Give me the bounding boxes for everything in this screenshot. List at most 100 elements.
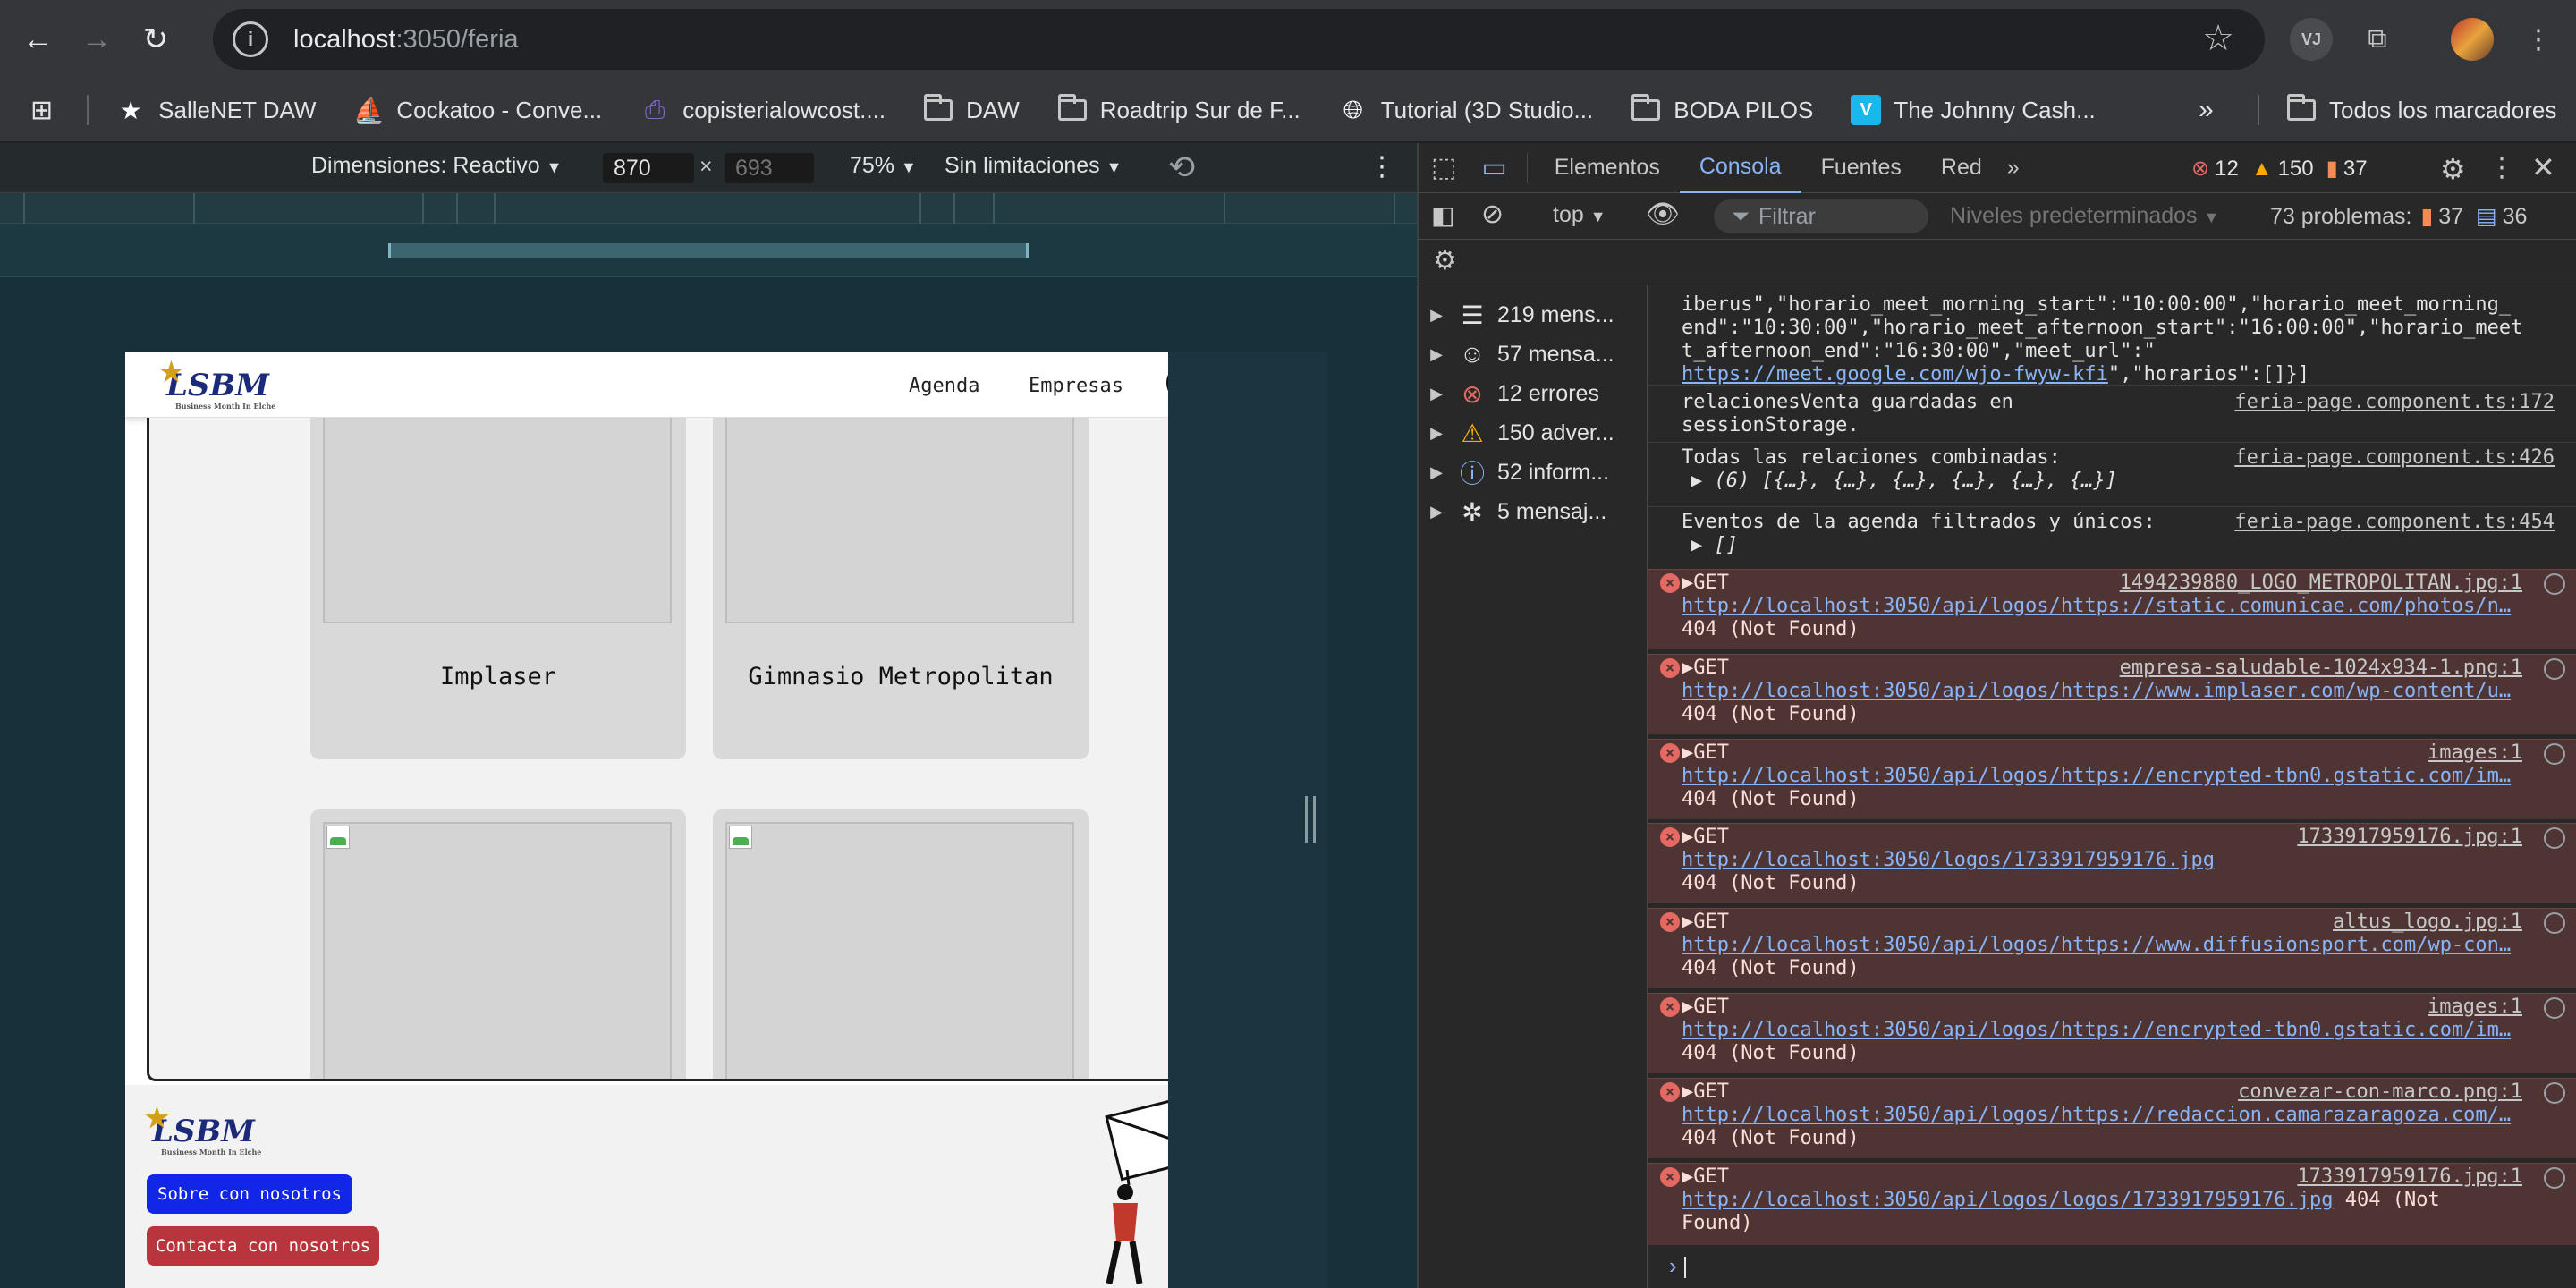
all-bookmarks[interactable]: Todos los marcadores — [2286, 94, 2556, 125]
tab-fuentes[interactable]: Fuentes — [1801, 143, 1921, 193]
company-card[interactable] — [713, 809, 1089, 1079]
sidebar-item-warnings[interactable]: ▶ ⚠ 150 adver... — [1419, 415, 1614, 451]
bookmark-item[interactable]: ★ SalleNET DAW — [115, 95, 317, 125]
caret-down-icon: ▼ — [1106, 158, 1123, 176]
request-url-link[interactable]: http://localhost:3050/api/logos/https://… — [1682, 1104, 2511, 1126]
menu-kebab-icon[interactable]: ⋮ — [2521, 18, 2556, 61]
company-card[interactable]: Gimnasio Metropolitan — [713, 418, 1089, 759]
avatar[interactable] — [2451, 18, 2494, 61]
apps-grid-icon[interactable]: ⊞ — [30, 95, 53, 126]
inspect-element-icon[interactable]: ⬚ — [1419, 143, 1469, 193]
source-link[interactable]: feria-page.component.ts:172 — [2234, 391, 2555, 414]
resize-handle[interactable] — [1305, 796, 1316, 843]
source-link[interactable]: empresa-saludable-1024x934-1.png:1 — [2120, 657, 2522, 680]
levels-dropdown[interactable]: Niveles predeterminados ▼ — [1950, 203, 2219, 229]
sidebar-toggle-icon[interactable]: ◧ — [1431, 200, 1454, 230]
source-link[interactable]: feria-page.component.ts:426 — [2234, 446, 2555, 470]
source-link[interactable]: altus_logo.jpg:1 — [2333, 911, 2522, 934]
live-expression-eye-icon[interactable]: 👁︎ — [1646, 199, 1680, 230]
problems-counter[interactable]: 73 problemas: ▮ 37 ▤ 36 — [2270, 203, 2527, 230]
source-link[interactable]: 1733917959176.jpg:1 — [2297, 826, 2522, 849]
issue-counters[interactable]: ⊗ 12 ▲ 150 ▮ 37 — [2191, 156, 2368, 182]
source-link[interactable]: images:1 — [2428, 996, 2522, 1019]
network-panel-icon[interactable] — [2544, 743, 2565, 765]
height-input[interactable]: 693 — [724, 153, 814, 183]
rotate-icon[interactable]: ⟲ — [1168, 148, 1195, 186]
source-link[interactable]: 1494239880_LOGO_METROPOLITAN.jpg:1 — [2120, 572, 2522, 595]
dimensions-dropdown[interactable]: Dimensiones: Reactivo ▼ — [311, 153, 562, 179]
more-tabs-chevron-icon[interactable]: » — [2002, 143, 2025, 193]
bookmark-item[interactable]: V The Johnny Cash... — [1851, 95, 2096, 125]
bookmark-item[interactable]: 🌐︎ Tutorial (3D Studio... — [1338, 95, 1594, 125]
sidebar-item-verbose[interactable]: ▶ ✲ 5 mensaj... — [1419, 494, 1606, 530]
console-settings-gear-icon[interactable]: ⚙ — [1433, 245, 1457, 276]
source-link[interactable]: convezar-con-marco.png:1 — [2238, 1080, 2522, 1104]
sidebar-item-messages[interactable]: ▶ ☰ 219 mens... — [1419, 297, 1614, 333]
about-button[interactable]: Sobre con nosotros — [147, 1174, 352, 1214]
tab-consola[interactable]: Consola — [1679, 143, 1801, 193]
devtools-menu-kebab-icon[interactable]: ⋮ — [2488, 152, 2515, 183]
network-panel-icon[interactable] — [2544, 1082, 2565, 1104]
sidebar-item-errors[interactable]: ▶ ⊗ 12 errores — [1419, 376, 1599, 411]
source-link[interactable]: feria-page.component.ts:454 — [2234, 511, 2555, 534]
network-panel-icon[interactable] — [2544, 912, 2565, 934]
reload-icon[interactable]: ↻ — [132, 16, 179, 63]
network-panel-icon[interactable] — [2544, 573, 2565, 595]
sidebar-item-info[interactable]: ▶ ⓘ 52 inform... — [1419, 454, 1609, 490]
nav-agenda-link[interactable]: Agenda — [909, 375, 979, 397]
bookmark-star-icon[interactable]: ☆ — [2202, 18, 2234, 59]
forward-arrow-icon[interactable]: → — [73, 16, 120, 63]
bookmark-item[interactable]: BODA PILOS — [1631, 94, 1813, 125]
request-url-link[interactable]: http://localhost:3050/api/logos/logos/17… — [1682, 1189, 2333, 1211]
bookmark-item[interactable]: ⛵ Cockatoo - Conve... — [353, 95, 602, 125]
request-url-link[interactable]: http://localhost:3050/api/logos/https://… — [1682, 934, 2511, 956]
back-arrow-icon[interactable]: ← — [14, 16, 61, 63]
request-url-link[interactable]: http://localhost:3050/api/logos/https://… — [1682, 1019, 2511, 1041]
bookmark-item[interactable]: ⎙ copisterialowcost.... — [640, 95, 886, 125]
site-logo[interactable]: ★ LSBM Business Month In Elche — [159, 357, 275, 411]
more-bookmarks-chevron-icon[interactable]: » — [2199, 95, 2214, 125]
source-link[interactable]: 1733917959176.jpg:1 — [2297, 1165, 2522, 1189]
console-prompt-input[interactable]: › — [1648, 1252, 2576, 1288]
site-info-icon[interactable]: i — [233, 21, 268, 57]
request-url-link[interactable]: http://localhost:3050/logos/173391795917… — [1682, 849, 2215, 871]
request-method[interactable]: ▶GET — [1682, 741, 2513, 765]
width-input[interactable]: 870 — [603, 153, 694, 183]
network-panel-icon[interactable] — [2544, 997, 2565, 1019]
network-panel-icon[interactable] — [2544, 1167, 2565, 1189]
tab-red[interactable]: Red — [1921, 143, 2002, 193]
request-url-link[interactable]: http://localhost:3050/api/logos/https://… — [1682, 765, 2511, 787]
close-icon[interactable]: ✕ — [2531, 150, 2555, 184]
bug-icon: ✲ — [1462, 497, 1483, 526]
extensions-icon[interactable]: ⧉ — [2356, 18, 2399, 61]
zoom-dropdown[interactable]: 75% ▼ — [850, 153, 917, 179]
contact-button[interactable]: Contacta con nosotros — [147, 1226, 379, 1266]
request-method[interactable]: ▶GET — [1682, 996, 2513, 1019]
address-bar[interactable]: i localhost:3050/feria ☆ — [213, 9, 2265, 70]
clear-console-icon[interactable]: ⊘ — [1481, 199, 1504, 230]
bookmark-item[interactable]: DAW — [923, 94, 1020, 125]
tab-elementos[interactable]: Elementos — [1535, 143, 1680, 193]
url-text[interactable]: localhost:3050/feria — [293, 25, 519, 55]
profile-badge-icon[interactable]: VJ — [2290, 18, 2333, 61]
user-icon: ☺ — [1459, 340, 1486, 368]
company-card[interactable] — [310, 809, 686, 1079]
company-card[interactable]: Implaser — [310, 418, 686, 759]
network-panel-icon[interactable] — [2544, 827, 2565, 849]
bookmark-item[interactable]: Roadtrip Sur de F... — [1057, 94, 1301, 125]
meet-url-link[interactable]: https://meet.google.com/wjo-fwyw-kfi — [1682, 363, 2108, 386]
error-icon: ⊗ — [1462, 379, 1483, 408]
network-panel-icon[interactable] — [2544, 658, 2565, 680]
nav-empresas-link[interactable]: Empresas — [1029, 375, 1123, 397]
request-url-link[interactable]: http://localhost:3050/api/logos/https://… — [1682, 595, 2511, 617]
footer-logo[interactable]: ★ LSBM Business Month In Elche — [145, 1103, 261, 1157]
source-link[interactable]: images:1 — [2428, 741, 2522, 765]
request-url-link[interactable]: http://localhost:3050/api/logos/https://… — [1682, 680, 2511, 702]
throttle-dropdown[interactable]: Sin limitaciones ▼ — [945, 153, 1122, 179]
settings-gear-icon[interactable]: ⚙ — [2440, 152, 2466, 186]
context-select[interactable]: top ▼ — [1553, 202, 1606, 228]
device-toggle-icon[interactable]: ▭ — [1469, 143, 1519, 193]
filter-input[interactable]: ⏷ Filtrar — [1714, 199, 1928, 233]
device-menu-kebab-icon[interactable]: ⋮ — [1368, 151, 1395, 182]
sidebar-item-user-messages[interactable]: ▶ ☺ 57 mensa... — [1419, 336, 1614, 372]
